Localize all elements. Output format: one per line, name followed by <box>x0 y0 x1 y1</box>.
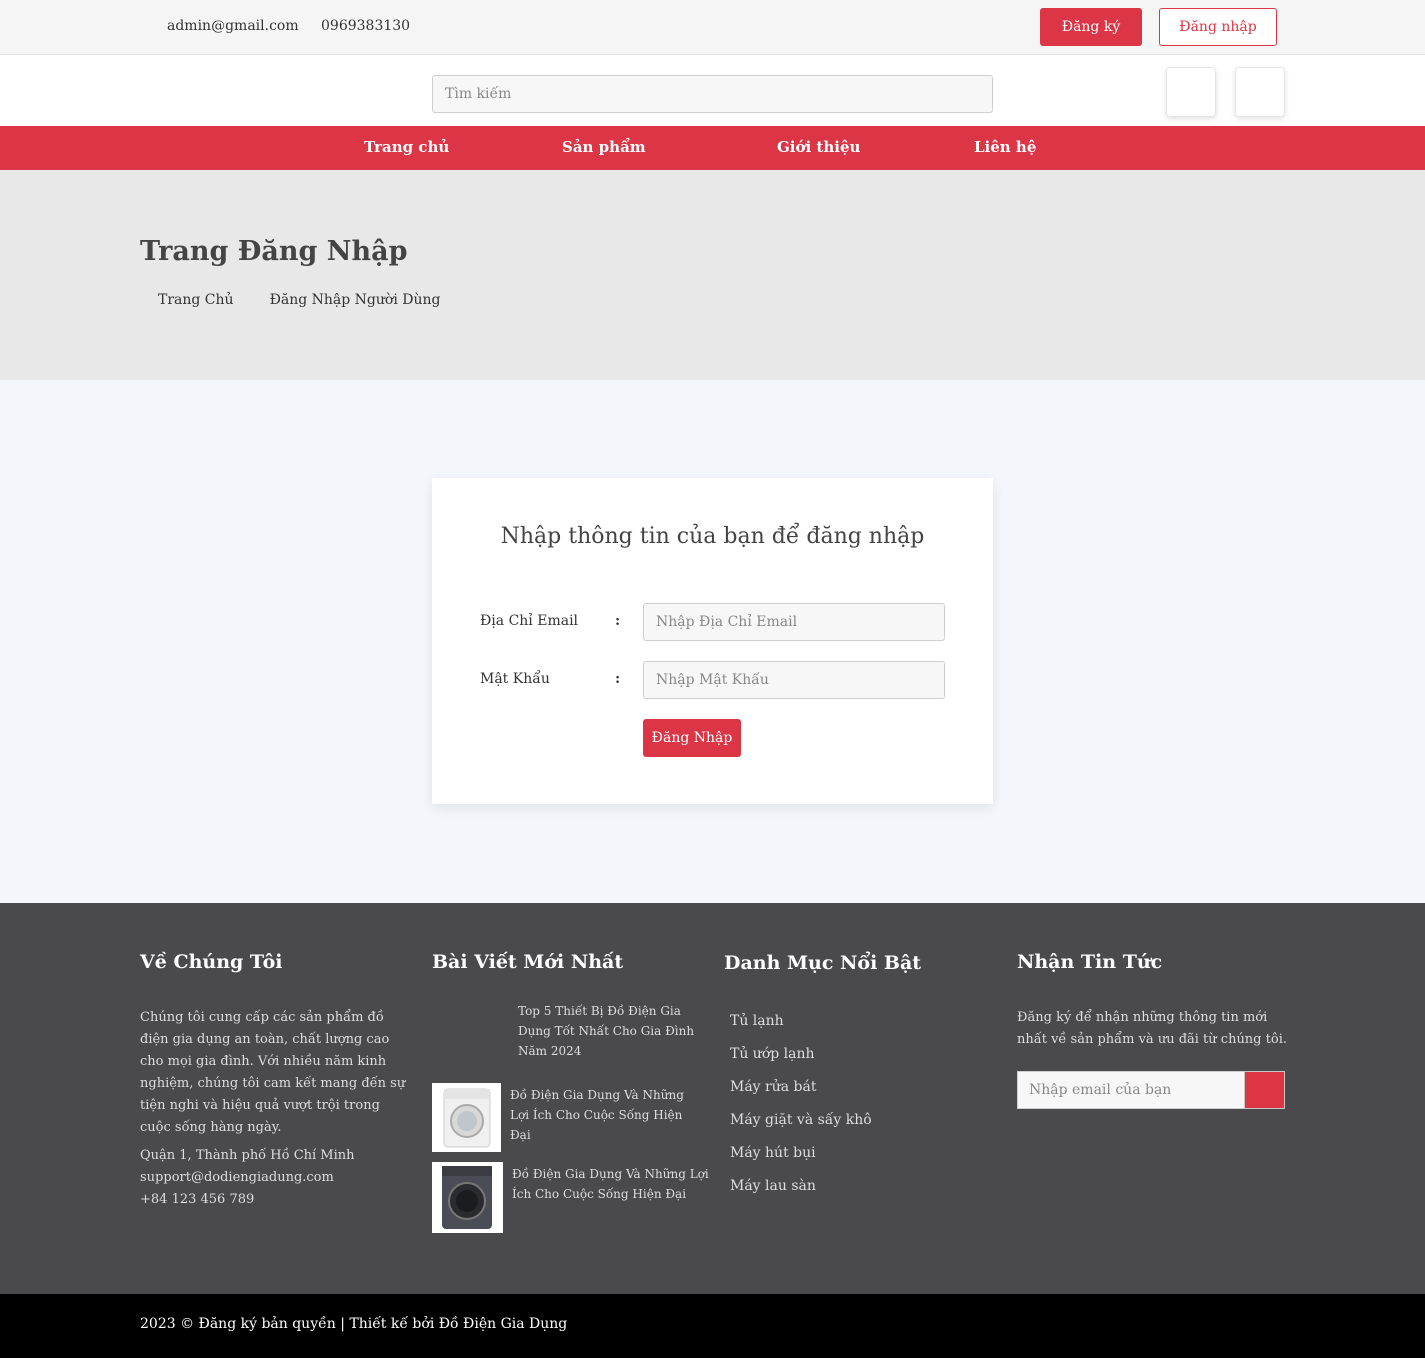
cart-icon[interactable] <box>1235 67 1285 117</box>
footer-address: Quận 1, Thành phố Hồ Chí Minh <box>140 1148 355 1163</box>
copyright-bar: 2023 © Đăng ký bản quyền | Thiết kế bởi … <box>0 1294 1425 1358</box>
newsletter-subscribe-button[interactable] <box>1244 1071 1285 1109</box>
footer-about-text: Chúng tôi cung cấp các sản phẩm đồ điện … <box>140 1010 406 1135</box>
category-item[interactable]: Máy lau sàn <box>730 1178 872 1211</box>
main-nav: Trang chủ Sản phẩm Giới thiệu Liên hệ <box>0 126 1425 170</box>
newsletter-email-input[interactable] <box>1017 1071 1245 1109</box>
category-list: Tủ lạnh Tủ ướp lạnh Máy rửa bát Máy giặt… <box>730 1013 872 1211</box>
breadcrumb-current[interactable]: Đăng Nhập Người Dùng <box>270 292 441 308</box>
email-colon: : <box>615 613 621 629</box>
submit-login-button[interactable]: Đăng Nhập <box>643 719 741 757</box>
category-item[interactable]: Tủ lạnh <box>730 1013 872 1046</box>
email-label: Địa Chỉ Email <box>480 613 579 629</box>
nav-item-products[interactable]: Sản phẩm <box>562 138 646 156</box>
footer: Về Chúng Tôi Chúng tôi cung cấp các sản … <box>0 903 1425 1294</box>
password-colon: : <box>615 671 621 687</box>
login-button[interactable]: Đăng nhập <box>1159 8 1277 46</box>
category-item[interactable]: Máy giặt và sấy khô <box>730 1112 872 1145</box>
washing-machine-thumbnail[interactable] <box>432 1162 503 1233</box>
login-card: Nhập thông tin của bạn để đăng nhập Địa … <box>432 478 993 804</box>
register-button[interactable]: Đăng ký <box>1040 8 1142 46</box>
breadcrumb: Trang Chủ Đăng Nhập Người Dùng <box>158 292 440 308</box>
footer-about-heading: Về Chúng Tôi <box>140 951 283 973</box>
category-item[interactable]: Máy hút bụi <box>730 1145 872 1178</box>
login-heading: Nhập thông tin của bạn để đăng nhập <box>500 524 925 549</box>
post-title[interactable]: Đồ Điện Gia Dụng Và Những Lợi Ích Cho Cu… <box>510 1085 700 1145</box>
category-item[interactable]: Tủ ướp lạnh <box>730 1046 872 1079</box>
footer-newsletter-heading: Nhận Tin Tức <box>1017 951 1163 973</box>
top-bar: admin@gmail.com 0969383130 Đăng ký Đăng … <box>0 0 1425 55</box>
email-field[interactable] <box>643 603 945 641</box>
washing-machine-thumbnail[interactable] <box>432 1083 501 1152</box>
footer-address-block: Quận 1, Thành phố Hồ Chí Minh support@do… <box>140 1145 355 1211</box>
page-hero: Trang Đăng Nhập Trang Chủ Đăng Nhập Người… <box>0 170 1425 380</box>
header <box>0 55 1425 126</box>
nav-item-about[interactable]: Giới thiệu <box>777 138 860 156</box>
user-icon[interactable] <box>1166 67 1216 117</box>
nav-item-home[interactable]: Trang chủ <box>364 138 449 156</box>
post-title[interactable]: Top 5 Thiết Bị Đồ Điện Gia Dụng Tốt Nhất… <box>518 1001 708 1061</box>
copyright-text: 2023 © Đăng ký bản quyền | Thiết kế bởi … <box>140 1316 568 1332</box>
breadcrumb-home[interactable]: Trang Chủ <box>158 292 234 308</box>
search-input[interactable] <box>432 75 993 113</box>
footer-newsletter-text: Đăng ký để nhận những thông tin mới nhất… <box>1017 1010 1287 1047</box>
password-field[interactable] <box>643 661 945 699</box>
post-title[interactable]: Đồ Điện Gia Dụng Và Những Lợi Ích Cho Cu… <box>512 1164 712 1204</box>
password-label: Mật Khẩu <box>480 671 550 687</box>
contact-phone: 0969383130 <box>321 18 411 34</box>
nav-item-contact[interactable]: Liên hệ <box>974 138 1036 156</box>
contact-email: admin@gmail.com <box>167 18 299 34</box>
footer-posts-heading: Bài Viết Mới Nhất <box>432 951 624 973</box>
footer-phone: +84 123 456 789 <box>140 1192 255 1207</box>
footer-categories-heading: Danh Mục Nổi Bật <box>724 952 922 974</box>
category-item[interactable]: Máy rửa bát <box>730 1079 872 1112</box>
page-title: Trang Đăng Nhập <box>140 236 408 267</box>
footer-email: support@dodiengiadung.com <box>140 1170 334 1185</box>
main-content: Nhập thông tin của bạn để đăng nhập Địa … <box>0 380 1425 903</box>
